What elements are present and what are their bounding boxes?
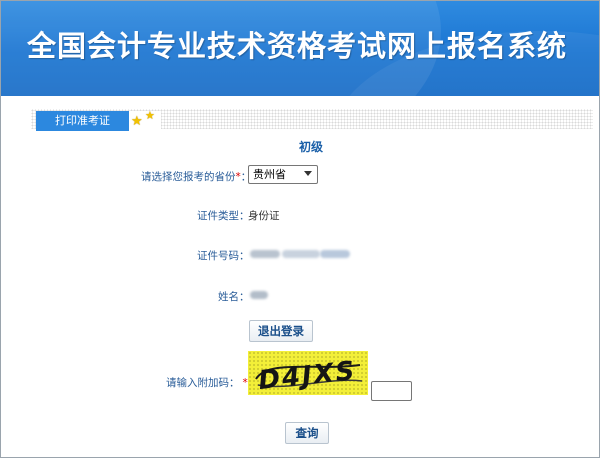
page-title: 全国会计专业技术资格考试网上报名系统: [27, 29, 568, 63]
captcha-text: D4JXS: [257, 356, 358, 395]
province-label-text: 请选择您报考的省份: [141, 171, 236, 183]
id-type-label: 证件类型：: [197, 210, 250, 222]
app-window: 全国会计专业技术资格考试网上报名系统 打印准考证 ★ ★ 初级 请选择您报考的省…: [0, 0, 600, 458]
tab-print-admission-ticket[interactable]: 打印准考证: [36, 111, 129, 131]
star-icon: ★: [131, 114, 143, 129]
captcha-image[interactable]: D4JXS: [248, 351, 368, 395]
id-type-value: 身份证: [248, 210, 280, 222]
name-label: 姓名：: [218, 291, 250, 303]
captcha-label: 请输入附加码：*：: [166, 375, 258, 390]
query-button[interactable]: 查询: [285, 422, 329, 444]
star-icon: ★: [145, 109, 155, 122]
captcha-input[interactable]: [371, 381, 412, 401]
province-select-value: 贵州省: [253, 168, 286, 181]
province-label: 请选择您报考的省份*：: [141, 169, 251, 184]
logout-button[interactable]: 退出登录: [249, 320, 313, 342]
chevron-down-icon: [304, 171, 312, 176]
tab-decoration: ★ ★: [129, 109, 161, 129]
province-select[interactable]: 贵州省: [248, 165, 318, 184]
exam-level-heading: 初级: [298, 140, 323, 154]
captcha-label-text: 请输入附加码：: [166, 377, 240, 389]
id-number-label: 证件号码：: [197, 250, 250, 262]
captcha-glyphs: D4JXS: [255, 356, 363, 395]
header-banner: 全国会计专业技术资格考试网上报名系统: [1, 1, 599, 96]
